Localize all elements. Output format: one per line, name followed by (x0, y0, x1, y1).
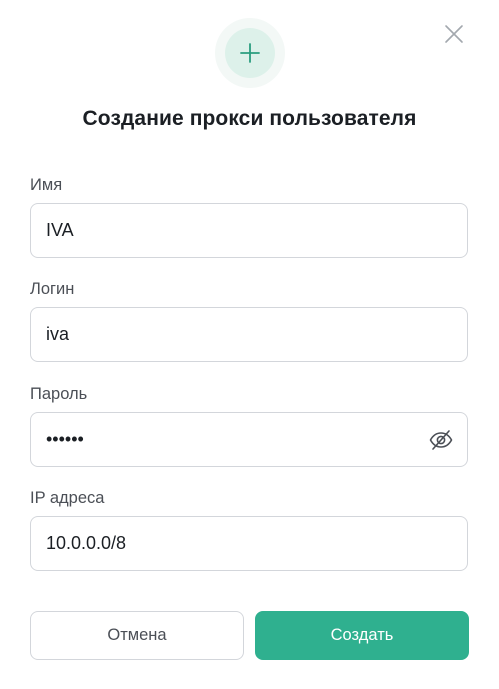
eye-off-icon (429, 430, 453, 450)
name-input[interactable]: IVA (30, 203, 468, 258)
login-label: Логин (30, 280, 75, 298)
login-input[interactable]: iva (30, 307, 468, 362)
create-button[interactable]: Создать (255, 611, 469, 660)
toggle-password-visibility-button[interactable] (429, 428, 453, 452)
ip-label: IP адреса (30, 489, 105, 507)
dialog-title: Создание прокси пользователя (82, 107, 417, 130)
close-button[interactable] (442, 22, 466, 46)
close-icon (445, 25, 463, 43)
ip-input[interactable]: 10.0.0.0/8 (30, 516, 468, 571)
create-proxy-user-dialog: Создание прокси пользователя Имя IVA Лог… (0, 0, 499, 689)
password-label: Пароль (30, 385, 88, 403)
name-label: Имя (30, 176, 63, 194)
password-input[interactable]: •••••• (30, 412, 468, 467)
plus-icon (240, 43, 260, 63)
password-input-value: •••••• (46, 429, 84, 449)
header-icon-badge (215, 18, 285, 88)
name-input-value: IVA (46, 220, 74, 240)
ip-input-value: 10.0.0.0/8 (46, 533, 127, 553)
cancel-button[interactable]: Отмена (30, 611, 244, 660)
login-input-value: iva (46, 324, 70, 344)
